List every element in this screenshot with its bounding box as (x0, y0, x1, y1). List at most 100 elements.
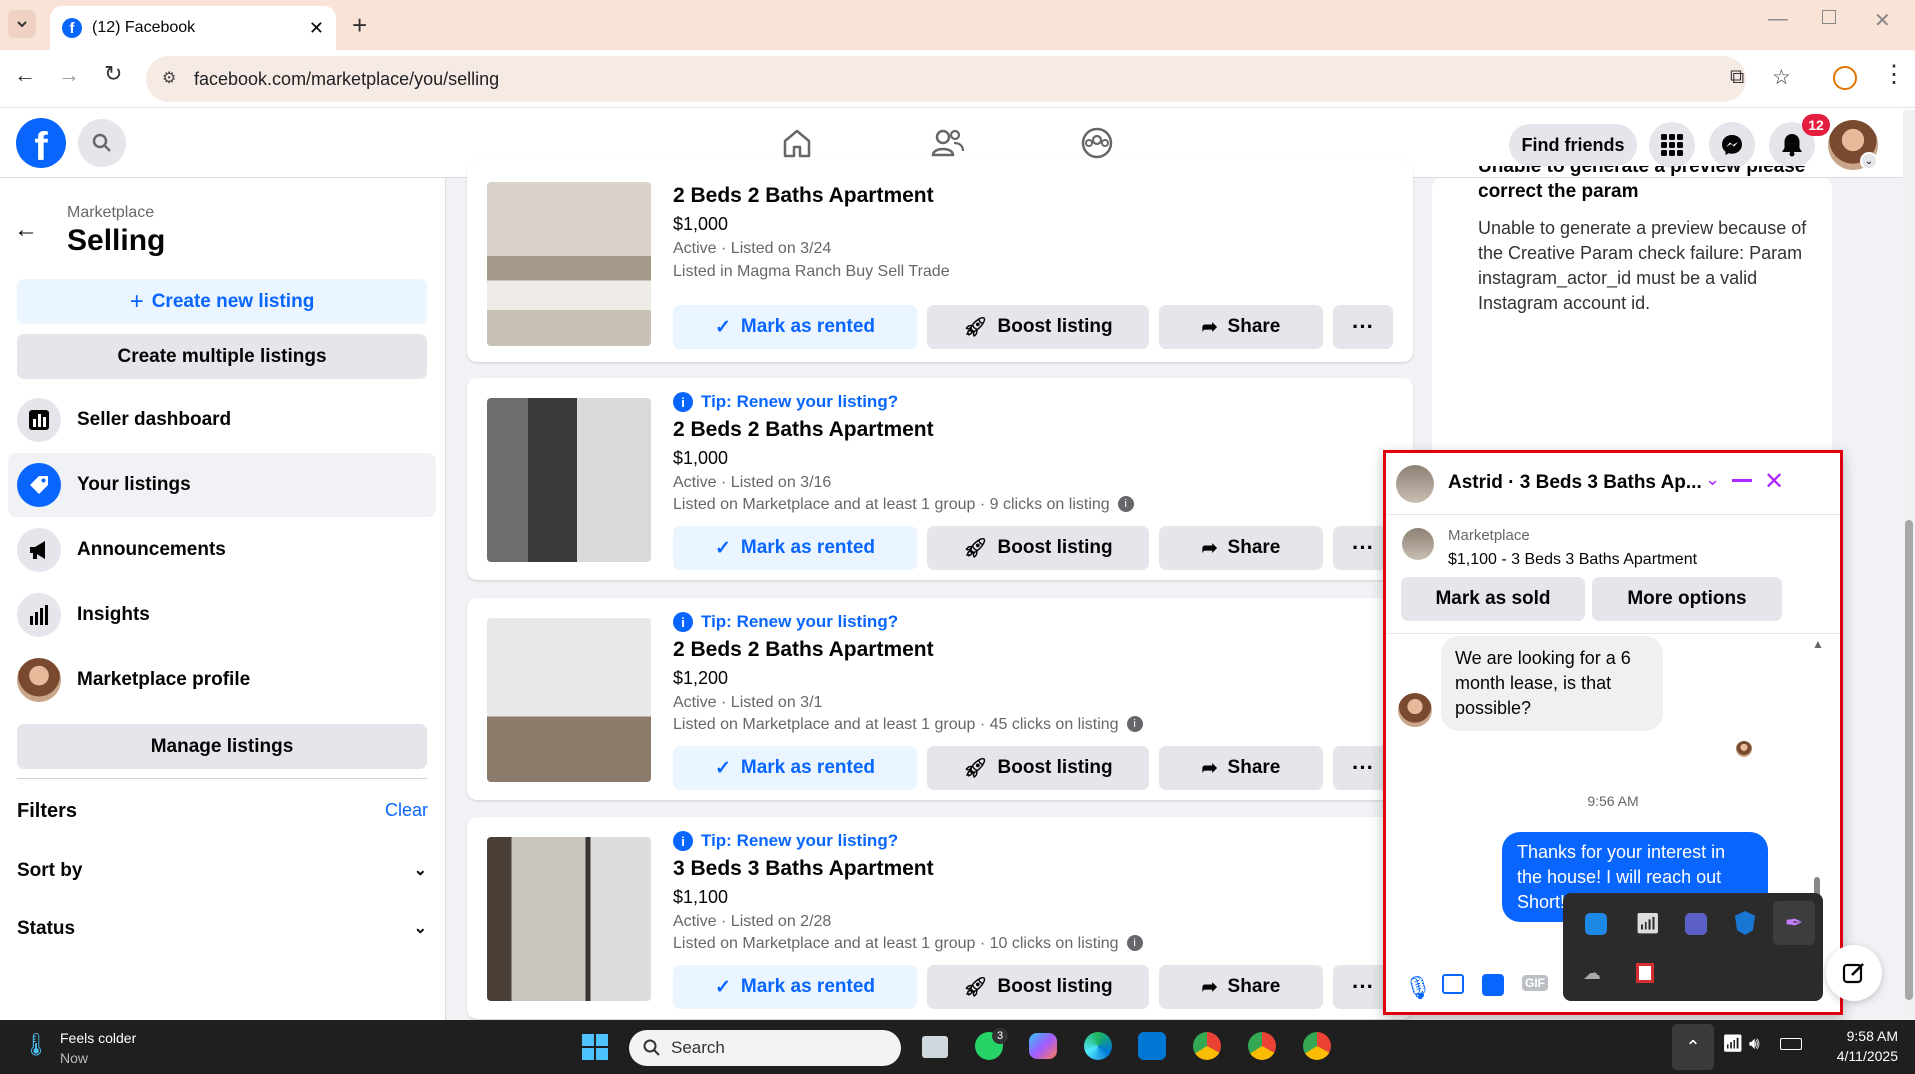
browser-tab[interactable]: f (12) Facebook ✕ (50, 6, 336, 50)
listing-photo[interactable] (487, 398, 651, 562)
listing-photo[interactable] (487, 618, 651, 782)
site-settings-icon[interactable]: ⚙ (162, 68, 176, 88)
minimize-window-icon[interactable]: — (1768, 8, 1788, 31)
security-shield-tray-icon[interactable] (1735, 911, 1755, 935)
chrome-profile-icon[interactable] (1248, 1032, 1276, 1060)
new-tab-icon[interactable]: + (352, 10, 367, 41)
url-field[interactable]: ⚙ facebook.com/marketplace/you/selling ⧉… (146, 56, 1791, 102)
task-view-icon[interactable] (922, 1036, 948, 1058)
weather-condition[interactable]: Feels colder (60, 1030, 136, 1046)
onedrive-tray-icon[interactable]: ☁︎ (1583, 963, 1601, 984)
info-icon[interactable]: i (1126, 935, 1143, 951)
boost-listing-button[interactable]: 🚀︎ Boost listing (927, 305, 1149, 349)
sidebar-item-announcements[interactable]: Announcements (8, 518, 436, 582)
install-app-icon[interactable]: ⧉ (1730, 66, 1744, 89)
listing-photo[interactable] (487, 182, 651, 346)
boost-listing-button[interactable]: 🚀︎ Boost listing (927, 746, 1149, 790)
chrome-icon[interactable] (1193, 1032, 1221, 1060)
create-multiple-listings-button[interactable]: Create multiple listings (17, 334, 427, 379)
sticker-icon[interactable] (1482, 974, 1504, 996)
mark-as-rented-button[interactable]: ✓ Mark as rented (673, 305, 917, 349)
copilot-icon[interactable] (1029, 1033, 1057, 1059)
windows-start-icon[interactable] (582, 1034, 608, 1060)
search-icon[interactable] (78, 119, 126, 167)
mark-as-sold-button[interactable]: Mark as sold (1401, 577, 1585, 621)
clock-time[interactable]: 9:58 AM (1818, 1028, 1898, 1044)
pen-tray-icon[interactable]: ✒︎ (1773, 901, 1815, 945)
chrome-profile-icon[interactable] (1303, 1032, 1331, 1060)
file-explorer-icon[interactable] (1138, 1032, 1166, 1060)
sidebar-item-seller-dashboard[interactable]: Seller dashboard (8, 388, 436, 452)
create-new-listing-button[interactable]: + Create new listing (17, 279, 427, 324)
listing-photo[interactable] (487, 837, 651, 1001)
weather-icon[interactable]: 🌡︎ (22, 1032, 50, 1058)
tab-close-icon[interactable]: ✕ (309, 18, 324, 39)
listing-title[interactable]: 2 Beds 2 Baths Apartment (673, 184, 934, 208)
photo-icon[interactable] (1442, 974, 1464, 994)
pdf-tray-icon[interactable] (1636, 963, 1654, 983)
taskbar-search-field[interactable]: Search (629, 1030, 901, 1066)
back-arrow-icon[interactable]: ← (14, 216, 38, 244)
chat-title[interactable]: Astrid · 3 Beds 3 Baths Ap... (1448, 472, 1702, 494)
sort-by-dropdown[interactable]: Sort by ⌄ (17, 860, 427, 882)
teams-tray-icon[interactable] (1685, 913, 1707, 935)
info-icon[interactable]: i (1117, 496, 1134, 512)
messenger-icon[interactable] (1709, 122, 1755, 168)
clear-filters-link[interactable]: Clear (385, 800, 428, 821)
page-scrollbar[interactable] (1903, 110, 1915, 1018)
mark-as-rented-button[interactable]: ✓ Mark as rented (673, 746, 917, 790)
close-window-icon[interactable]: ✕ (1874, 8, 1891, 33)
back-icon[interactable]: ← (14, 62, 36, 88)
microphone-icon[interactable]: 🎙︎ (1404, 975, 1432, 1001)
sidebar-item-insights[interactable]: Insights (8, 583, 436, 647)
scrollbar-thumb[interactable] (1905, 520, 1913, 1000)
minimize-chat-icon[interactable] (1732, 479, 1752, 482)
share-button[interactable]: ➦ Share (1159, 965, 1323, 1009)
boost-listing-button[interactable]: 🚀︎ Boost listing (927, 526, 1149, 570)
manage-listings-button[interactable]: Manage listings (17, 724, 427, 769)
renew-tip[interactable]: i Tip: Renew your listing? (673, 392, 898, 412)
context-item[interactable]: $1,100 - 3 Beds 3 Baths Apartment (1448, 551, 1697, 569)
mark-as-rented-button[interactable]: ✓ Mark as rented (673, 526, 917, 570)
listing-title[interactable]: 2 Beds 2 Baths Apartment (673, 418, 934, 442)
wifi-hotspot-tray-icon[interactable]: 📶︎ (1635, 911, 1660, 936)
close-chat-icon[interactable]: ✕ (1764, 467, 1784, 496)
clock-date[interactable]: 4/11/2025 (1818, 1048, 1898, 1064)
sidebar-item-your-listings[interactable]: Your listings (8, 453, 436, 517)
new-message-icon[interactable] (1826, 945, 1882, 1001)
edge-browser-icon[interactable] (1084, 1032, 1112, 1060)
sender-avatar[interactable] (1398, 693, 1432, 727)
menu-grid-icon[interactable] (1649, 122, 1695, 168)
listing-title[interactable]: 3 Beds 3 Baths Apartment (673, 857, 934, 881)
sidebar-item-marketplace-profile[interactable]: Marketplace profile (8, 648, 436, 712)
profile-icon[interactable] (1833, 66, 1857, 90)
tab-search-icon[interactable] (8, 10, 36, 38)
mark-as-rented-button[interactable]: ✓ Mark as rented (673, 965, 917, 1009)
more-options-button[interactable]: More options (1592, 577, 1782, 621)
browser-menu-icon[interactable]: ⋮ (1882, 60, 1906, 89)
facebook-logo-icon[interactable]: f (16, 118, 66, 169)
boost-listing-button[interactable]: 🚀︎ Boost listing (927, 965, 1149, 1009)
more-options-button[interactable]: ··· (1333, 305, 1393, 349)
battery-icon[interactable] (1780, 1038, 1802, 1050)
info-icon[interactable]: i (1126, 716, 1143, 732)
renew-tip[interactable]: i Tip: Renew your listing? (673, 612, 898, 632)
forward-icon[interactable]: → (58, 62, 80, 88)
renew-tip[interactable]: i Tip: Renew your listing? (673, 831, 898, 851)
chevron-down-icon[interactable]: ⌄ (1705, 469, 1720, 490)
bookmark-star-icon[interactable]: ☆ (1772, 65, 1791, 90)
chat-avatar[interactable] (1396, 465, 1434, 503)
gif-icon[interactable]: GIF (1522, 975, 1548, 991)
volume-icon[interactable]: 🔊︎ (1749, 1034, 1760, 1054)
find-friends-button[interactable]: Find friends (1509, 124, 1637, 166)
outlook-tray-icon[interactable] (1585, 913, 1607, 935)
share-button[interactable]: ➦ Share (1159, 526, 1323, 570)
status-dropdown[interactable]: Status ⌄ (17, 918, 427, 940)
scroll-up-icon[interactable]: ▲ (1812, 637, 1824, 651)
wifi-icon[interactable]: 📶︎ (1722, 1034, 1744, 1054)
share-button[interactable]: ➦ Share (1159, 746, 1323, 790)
chat-scrollbar[interactable]: ▲ (1810, 637, 1824, 937)
listing-title[interactable]: 2 Beds 2 Baths Apartment (673, 638, 934, 662)
show-hidden-icons-chevron-icon[interactable]: ⌃ (1672, 1024, 1714, 1070)
reload-icon[interactable]: ↻ (104, 61, 122, 87)
